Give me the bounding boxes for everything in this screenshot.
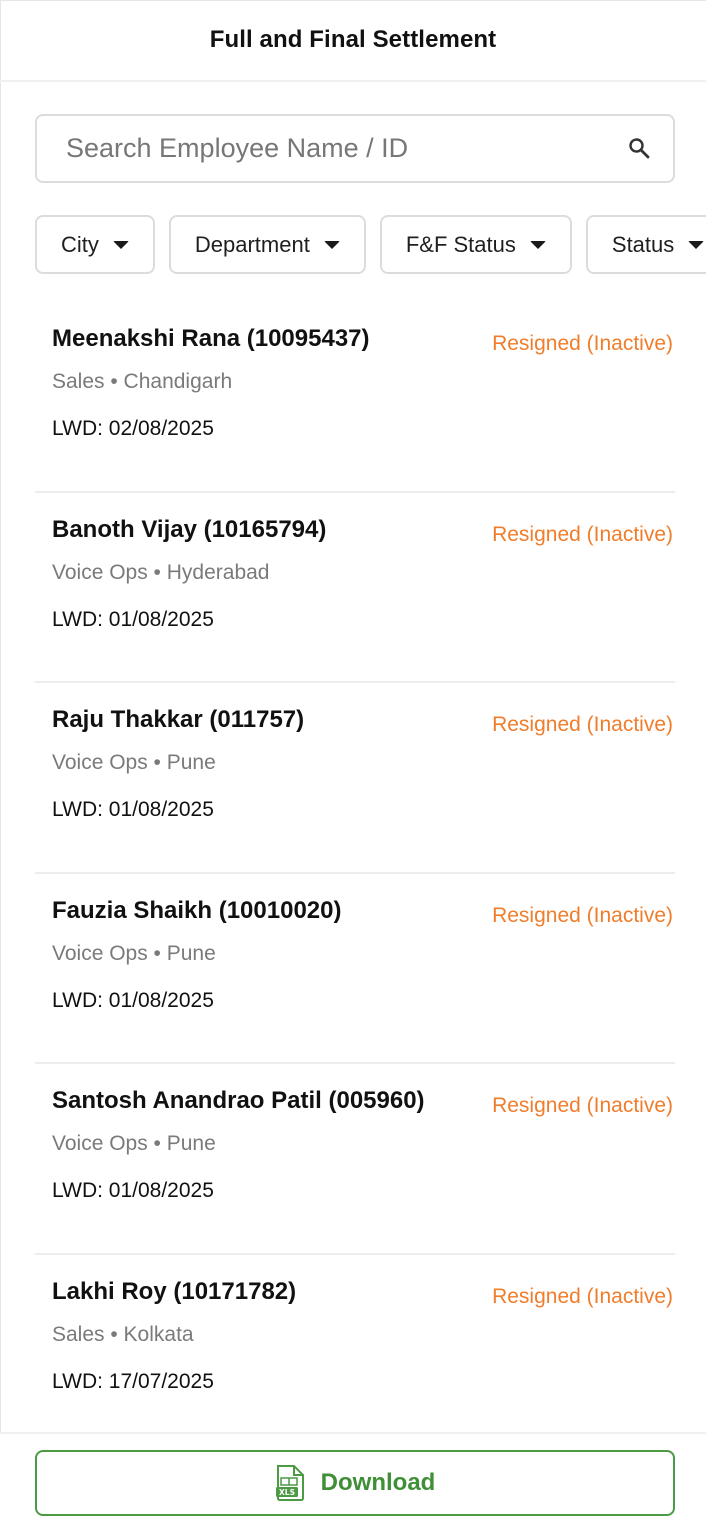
search-icon[interactable]: [627, 136, 651, 160]
employee-department-city: Sales • Chandigarh: [52, 370, 233, 393]
employee-lwd: LWD: 02/08/2025: [52, 417, 214, 440]
caret-down-icon: [112, 240, 129, 249]
employee-row[interactable]: Santosh Anandrao Patil (005960) Voice Op…: [35, 1064, 675, 1255]
footer-bar: XLS Download: [0, 1432, 706, 1530]
filter-label: F&F Status: [405, 231, 516, 257]
employee-name: Raju Thakkar (011757): [52, 706, 305, 733]
employee-name: Lakhi Roy (10171782): [52, 1277, 297, 1305]
employee-lwd: LWD: 01/08/2025: [52, 798, 214, 821]
employee-department-city: Voice Ops • Pune: [52, 1132, 216, 1155]
filter-ff-status[interactable]: F&F Status: [379, 215, 572, 274]
employee-row[interactable]: Fauzia Shaikh (10010020) Voice Ops • Pun…: [35, 874, 675, 1064]
filter-status[interactable]: Status: [585, 215, 706, 274]
employee-row[interactable]: Raju Thakkar (011757) Voice Ops • Pune L…: [35, 683, 675, 874]
download-label: Download: [320, 1469, 436, 1496]
download-button[interactable]: XLS Download: [35, 1450, 675, 1516]
employee-list: Meenakshi Rana (10095437) Sales • Chandi…: [35, 302, 675, 1445]
xls-icon-text: XLS: [279, 1488, 295, 1497]
app-header: Full and Final Settlement: [0, 0, 706, 82]
employee-name: Fauzia Shaikh (10010020): [52, 896, 342, 924]
employee-name: Banoth Vijay (10165794): [52, 515, 327, 543]
employee-lwd: LWD: 01/08/2025: [52, 988, 214, 1012]
caret-down-icon: [688, 240, 705, 249]
employee-row[interactable]: Meenakshi Rana (10095437) Sales • Chandi…: [35, 302, 675, 493]
filter-bar: City Department F&F Status Status: [35, 215, 706, 274]
xls-file-icon: XLS: [275, 1465, 304, 1501]
employee-status: Resigned (Inactive): [492, 522, 673, 546]
caret-down-icon: [529, 240, 546, 249]
employee-status: Resigned (Inactive): [492, 332, 673, 355]
caret-down-icon: [323, 240, 340, 249]
employee-status: Resigned (Inactive): [492, 713, 673, 736]
page-title: Full and Final Settlement: [209, 26, 497, 53]
filter-label: Status: [611, 231, 675, 257]
search-box[interactable]: [35, 114, 675, 183]
filter-department[interactable]: Department: [168, 215, 366, 274]
employee-department-city: Voice Ops • Pune: [52, 751, 216, 774]
employee-lwd: LWD: 17/07/2025: [52, 1369, 214, 1393]
filter-city[interactable]: City: [35, 215, 155, 274]
employee-lwd: LWD: 01/08/2025: [52, 607, 214, 631]
employee-department-city: Voice Ops • Hyderabad: [52, 560, 270, 584]
employee-lwd: LWD: 01/08/2025: [52, 1179, 214, 1202]
employee-status: Resigned (Inactive): [492, 1094, 673, 1117]
employee-status: Resigned (Inactive): [492, 903, 673, 927]
employee-row[interactable]: Banoth Vijay (10165794) Voice Ops • Hyde…: [35, 493, 675, 683]
employee-department-city: Voice Ops • Pune: [52, 941, 216, 965]
filter-label: City: [61, 231, 99, 257]
search-input[interactable]: [66, 116, 626, 181]
employee-status: Resigned (Inactive): [492, 1284, 673, 1308]
employee-department-city: Sales • Kolkata: [52, 1322, 194, 1346]
employee-name: Santosh Anandrao Patil (005960): [52, 1087, 425, 1114]
employee-name: Meenakshi Rana (10095437): [52, 325, 370, 352]
employee-row[interactable]: Lakhi Roy (10171782) Sales • Kolkata LWD…: [35, 1255, 675, 1446]
filter-label: Department: [194, 231, 310, 257]
